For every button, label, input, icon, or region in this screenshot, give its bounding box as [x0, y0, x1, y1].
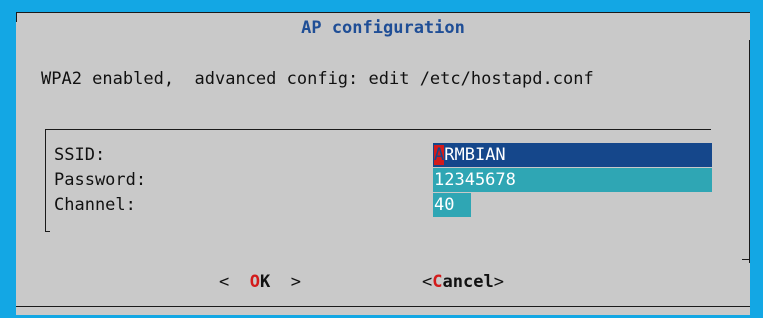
- ok-button-hotkey: O: [249, 272, 260, 292]
- form-box-top-border: [45, 129, 711, 130]
- cancel-button[interactable]: <Cancel>: [422, 272, 504, 292]
- cancel-button-right-bracket: >: [493, 272, 504, 292]
- ssid-value: RMBIAN: [444, 145, 506, 165]
- password-label: Password:: [54, 170, 147, 190]
- dialog-right-border: [749, 40, 750, 263]
- ssid-input[interactable]: ARMBIAN: [433, 143, 712, 167]
- ok-button-right-bracket: >: [270, 272, 301, 292]
- channel-input[interactable]: 40: [433, 193, 471, 217]
- channel-label: Channel:: [54, 195, 136, 215]
- ok-button-left-bracket: <: [219, 272, 250, 292]
- cancel-button-left-bracket: <: [422, 272, 433, 292]
- cancel-button-label: ancel: [442, 272, 494, 292]
- cancel-button-hotkey: C: [432, 272, 443, 292]
- dialog-bottom-border: [16, 306, 750, 307]
- dialog-title: AP configuration: [301, 18, 465, 38]
- form-box-bottom-corner: [45, 231, 50, 232]
- ap-configuration-dialog: AP configuration WPA2 enabled, advanced …: [16, 12, 750, 315]
- ssid-label: SSID:: [54, 145, 106, 165]
- dialog-top-border: [16, 12, 750, 13]
- password-input[interactable]: 12345678: [433, 168, 712, 192]
- dialog-separator-right: [742, 259, 750, 260]
- text-cursor: A: [434, 145, 445, 165]
- form-box-left-border: [45, 129, 46, 232]
- info-text: WPA2 enabled, advanced config: edit /etc…: [41, 69, 594, 89]
- ok-button-label: K: [259, 272, 271, 292]
- ok-button[interactable]: < OK >: [219, 272, 301, 292]
